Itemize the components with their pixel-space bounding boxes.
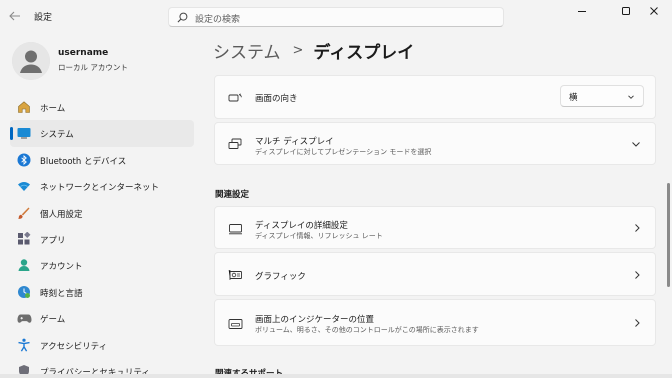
graphics-card-icon xyxy=(227,268,243,282)
page-title: ディスプレイ xyxy=(313,42,415,63)
advanced-display-setting[interactable]: ディスプレイの詳細設定 ディスプレイ情報、リフレッシュ レート xyxy=(214,206,656,249)
chevron-right-icon xyxy=(635,319,640,327)
title-bar: 設定 設定の検索 xyxy=(0,0,672,32)
username: username xyxy=(58,48,109,58)
bluetooth-icon xyxy=(16,152,32,168)
graphics-title: グラフィック xyxy=(255,272,306,282)
sidebar-nav: ホーム システム Bluetooth とデバイス ネットワークとインターネット … xyxy=(10,94,194,378)
home-icon xyxy=(16,99,32,115)
close-icon xyxy=(650,7,658,15)
sidebar-item-label: アプリ xyxy=(40,235,66,246)
orientation-title: 画面の向き xyxy=(255,94,298,104)
orientation-select[interactable]: 横 xyxy=(560,85,644,107)
screen-orientation-icon xyxy=(227,91,243,105)
search-placeholder: 設定の検索 xyxy=(195,15,241,25)
accessibility-icon xyxy=(16,337,32,353)
account-type: ローカル アカウント xyxy=(58,63,128,72)
sidebar-item-personalization[interactable]: 個人用設定 xyxy=(10,200,194,226)
system-icon xyxy=(16,125,32,141)
search-icon xyxy=(177,12,188,23)
bottom-edge xyxy=(0,374,672,378)
sidebar: username ローカル アカウント ホーム システム Bluetooth と… xyxy=(0,32,205,378)
indicator-position-icon xyxy=(227,317,243,331)
sidebar-item-label: ネットワークとインターネット xyxy=(40,183,160,194)
multi-display-subtitle: ディスプレイに対してプレゼンテーション モードを選択 xyxy=(255,148,432,156)
multi-display-icon xyxy=(227,137,243,151)
breadcrumb-parent[interactable]: システム xyxy=(213,38,281,63)
related-settings-header: 関連設定 xyxy=(215,190,250,200)
search-input[interactable]: 設定の検索 xyxy=(168,7,504,27)
sidebar-item-label: 個人用設定 xyxy=(40,209,83,220)
sidebar-item-bluetooth[interactable]: Bluetooth とデバイス xyxy=(10,147,194,173)
time-language-icon xyxy=(16,284,32,300)
indicator-position-setting[interactable]: 画面上のインジケーターの位置 ボリューム、明るさ、その他のコントロールがこの場所… xyxy=(214,299,656,346)
sidebar-item-system[interactable]: システム xyxy=(10,120,194,147)
orientation-value: 横 xyxy=(569,93,578,103)
sidebar-item-label: ゲーム xyxy=(40,315,66,326)
user-icon xyxy=(12,42,50,80)
minimize-icon xyxy=(578,11,586,12)
back-button[interactable] xyxy=(6,8,24,24)
selection-indicator xyxy=(10,127,13,141)
chevron-right-icon xyxy=(635,271,640,279)
advanced-display-subtitle: ディスプレイ情報、リフレッシュ レート xyxy=(255,232,383,240)
multi-display-setting[interactable]: マルチ ディスプレイ ディスプレイに対してプレゼンテーション モードを選択 xyxy=(214,122,656,165)
indicator-position-subtitle: ボリューム、明るさ、その他のコントロールがこの場所に表示されます xyxy=(255,326,479,334)
graphics-setting[interactable]: グラフィック xyxy=(214,252,656,296)
avatar xyxy=(12,42,50,80)
maximize-icon xyxy=(622,7,630,15)
sidebar-item-time-language[interactable]: 時刻と言語 xyxy=(10,279,194,305)
multi-display-title: マルチ ディスプレイ xyxy=(255,137,334,147)
breadcrumb-separator: > xyxy=(292,42,304,58)
indicator-position-title: 画面上のインジケーターの位置 xyxy=(255,315,375,325)
close-button[interactable] xyxy=(636,0,672,22)
sidebar-item-label: アカウント xyxy=(40,262,83,273)
sidebar-item-accounts[interactable]: アカウント xyxy=(10,252,194,278)
sidebar-item-accessibility[interactable]: アクセシビリティ xyxy=(10,332,194,358)
sidebar-item-gaming[interactable]: ゲーム xyxy=(10,305,194,331)
sidebar-item-network[interactable]: ネットワークとインターネット xyxy=(10,173,194,199)
user-profile[interactable]: username ローカル アカウント xyxy=(10,40,200,80)
minimize-button[interactable] xyxy=(564,0,600,22)
advanced-display-title: ディスプレイの詳細設定 xyxy=(255,221,348,231)
chevron-down-icon xyxy=(632,142,640,147)
scrollbar-thumb[interactable] xyxy=(667,183,670,287)
gaming-icon xyxy=(16,310,32,326)
sidebar-item-label: システム xyxy=(40,130,74,141)
sidebar-item-label: Bluetooth とデバイス xyxy=(40,156,127,167)
sidebar-item-apps[interactable]: アプリ xyxy=(10,226,194,252)
app-title: 設定 xyxy=(34,13,53,23)
network-icon xyxy=(16,178,32,194)
monitor-icon xyxy=(227,222,243,236)
chevron-down-icon xyxy=(628,95,634,99)
back-arrow-icon xyxy=(9,11,20,21)
personalization-icon xyxy=(16,205,32,221)
sidebar-item-label: アクセシビリティ xyxy=(40,341,108,352)
chevron-right-icon xyxy=(635,224,640,232)
settings-window: 設定 設定の検索 username ローカル アカウント ホーム システム Bl… xyxy=(0,0,672,378)
apps-icon xyxy=(16,231,32,247)
sidebar-item-home[interactable]: ホーム xyxy=(10,94,194,120)
breadcrumb: システム > ディスプレイ xyxy=(213,38,415,63)
account-icon xyxy=(16,257,32,273)
sidebar-item-label: ホーム xyxy=(40,104,66,114)
sidebar-item-label: 時刻と言語 xyxy=(40,288,83,299)
